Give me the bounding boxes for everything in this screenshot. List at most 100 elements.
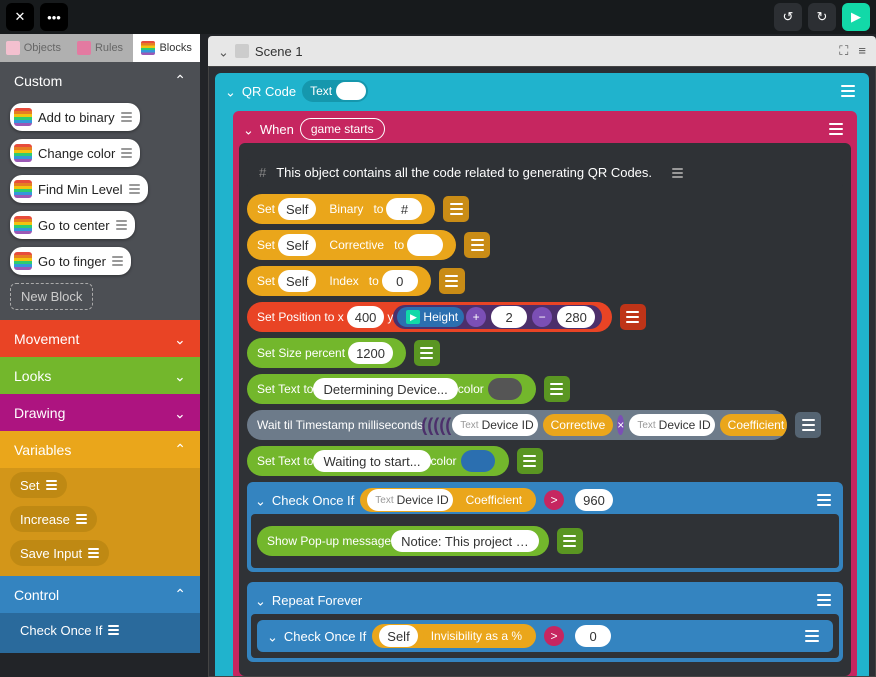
text-input[interactable]: Waiting to start... — [313, 450, 430, 472]
num-input[interactable]: 960 — [575, 489, 613, 511]
object-menu[interactable] — [837, 80, 859, 102]
set-binary-block[interactable]: Set Self Binary to # — [247, 194, 435, 224]
var-corrective[interactable]: Corrective — [321, 234, 392, 256]
self-pill[interactable]: Self — [379, 625, 417, 647]
palette-find-min-level[interactable]: Find Min Level — [10, 175, 148, 203]
chevron-up-icon: ⌃ — [255, 492, 266, 508]
text-param[interactable]: Text — [302, 80, 368, 102]
device-var[interactable]: TextDevice ID — [629, 414, 714, 436]
text-input[interactable] — [336, 82, 366, 100]
palette-go-to-center[interactable]: Go to center — [10, 211, 135, 239]
category-control-toggle[interactable]: Control ⌃ — [0, 576, 200, 613]
palette-change-color[interactable]: Change color — [10, 139, 140, 167]
menu-icon — [121, 112, 132, 122]
palette-add-to-binary[interactable]: Add to binary — [10, 103, 140, 131]
check-header[interactable]: ⌃ Check Once If Self Invisibility as a %… — [263, 622, 827, 650]
set-position-block[interactable]: Set Position to x 400 y ▶Height + 2 − — [247, 302, 612, 332]
var-index[interactable]: Index — [321, 270, 366, 292]
palette-set[interactable]: Set — [10, 472, 67, 498]
redo-button[interactable]: ↻ — [808, 3, 836, 31]
menu-icon[interactable] — [672, 168, 683, 178]
block-menu[interactable] — [443, 196, 469, 222]
block-menu[interactable] — [620, 304, 646, 330]
tab-objects[interactable]: Objects — [0, 34, 67, 62]
undo-button[interactable]: ↺ — [774, 3, 802, 31]
coef-tag[interactable]: Coefficient — [458, 489, 530, 511]
new-block-button[interactable]: New Block — [10, 283, 93, 310]
num-input[interactable]: 2 — [491, 306, 527, 328]
block-menu[interactable] — [795, 412, 821, 438]
x-input[interactable]: 400 — [347, 306, 385, 328]
check-menu[interactable] — [813, 489, 835, 511]
palette-check-once-if[interactable]: Check Once If — [10, 617, 129, 643]
block-menu[interactable] — [544, 376, 570, 402]
check-header[interactable]: ⌃ Check Once If TextDevice ID Coefficien… — [251, 486, 839, 514]
category-custom-toggle[interactable]: Custom ⌃ — [0, 62, 200, 99]
repeat-header[interactable]: ⌃ Repeat Forever — [251, 586, 839, 614]
more-button[interactable]: ••• — [40, 3, 68, 31]
color-swatch[interactable] — [488, 378, 522, 400]
popup-block[interactable]: Show Pop-up message Notice: This project… — [257, 526, 549, 556]
expression-group[interactable]: ▶Height + 2 − 280 — [393, 305, 601, 329]
category-drawing-toggle[interactable]: Drawing ⌃ — [0, 394, 200, 431]
block-menu[interactable] — [439, 268, 465, 294]
self-pill[interactable]: Self — [278, 234, 316, 256]
repeat-menu[interactable] — [813, 589, 835, 611]
palette-save-input[interactable]: Save Input — [10, 540, 109, 566]
category-movement-toggle[interactable]: Movement ⌃ — [0, 320, 200, 357]
play-button[interactable]: ▶ — [842, 3, 870, 31]
object-header[interactable]: ⌃ QR Code Text — [221, 77, 863, 105]
self-pill[interactable]: Self — [278, 198, 316, 220]
condition[interactable]: TextDevice ID Coefficient — [360, 488, 536, 512]
message-input[interactable]: Notice: This project … — [391, 530, 539, 552]
coef-tag[interactable]: Coefficient — [720, 414, 787, 436]
block-menu[interactable] — [517, 448, 543, 474]
device-var[interactable]: TextDevice ID — [367, 489, 452, 511]
set-index-block[interactable]: Set Self Index to 0 — [247, 266, 431, 296]
color-swatch[interactable] — [461, 450, 495, 472]
value-input[interactable]: 0 — [382, 270, 418, 292]
comment-block[interactable]: # This object contains all the code rela… — [247, 157, 843, 188]
category-variables-toggle[interactable]: Variables ⌃ — [0, 431, 200, 468]
tab-rules[interactable]: Rules — [67, 34, 134, 62]
check-title: Check Once If — [272, 493, 354, 508]
value-input[interactable] — [407, 234, 443, 256]
num-input[interactable]: 0 — [575, 625, 611, 647]
set-size-block[interactable]: Set Size percent 1200 — [247, 338, 406, 368]
blocks-icon — [141, 41, 155, 55]
corrective-tag[interactable]: Corrective — [543, 414, 614, 436]
wait-block[interactable]: Wait til Timestamp milliseconds ((((( Te… — [247, 410, 787, 440]
palette-go-to-finger[interactable]: Go to finger — [10, 247, 131, 275]
text-input[interactable]: Determining Device... — [313, 378, 457, 400]
block-menu[interactable] — [557, 528, 583, 554]
self-pill[interactable]: Self — [278, 270, 316, 292]
set-text-block[interactable]: Set Text to Determining Device... color — [247, 374, 536, 404]
menu-icon — [108, 625, 119, 635]
category-looks-toggle[interactable]: Looks ⌃ — [0, 357, 200, 394]
value-input[interactable]: # — [386, 198, 422, 220]
event-pill[interactable]: game starts — [300, 118, 385, 140]
block-menu[interactable] — [464, 232, 490, 258]
menu-icon[interactable]: ≡ — [858, 43, 866, 59]
condition[interactable]: Self Invisibility as a % — [372, 624, 536, 648]
category-title: Custom — [14, 73, 62, 89]
check-title: Check Once If — [284, 629, 366, 644]
num-input[interactable]: 280 — [557, 306, 595, 328]
set-text-block[interactable]: Set Text to Waiting to start... color — [247, 446, 509, 476]
when-menu[interactable] — [825, 118, 847, 140]
when-header[interactable]: ⌃ When game starts — [239, 115, 851, 143]
gt-op: > — [544, 490, 564, 510]
check-menu[interactable] — [801, 625, 823, 647]
var-binary[interactable]: Binary — [321, 198, 371, 220]
close-button[interactable]: ✕ — [6, 3, 34, 31]
size-input[interactable]: 1200 — [348, 342, 393, 364]
tab-blocks[interactable]: Blocks — [133, 34, 200, 62]
fullscreen-icon[interactable]: ⛶ — [839, 43, 848, 59]
height-var[interactable]: ▶Height — [397, 307, 464, 327]
block-menu[interactable] — [414, 340, 440, 366]
palette-increase[interactable]: Increase — [10, 506, 97, 532]
set-corrective-block[interactable]: Set Self Corrective to — [247, 230, 456, 260]
device-var[interactable]: TextDevice ID — [452, 414, 537, 436]
invis-tag[interactable]: Invisibility as a % — [423, 625, 530, 647]
scene-header[interactable]: ⌃Scene 1 ⛶ ≡ — [208, 36, 876, 66]
